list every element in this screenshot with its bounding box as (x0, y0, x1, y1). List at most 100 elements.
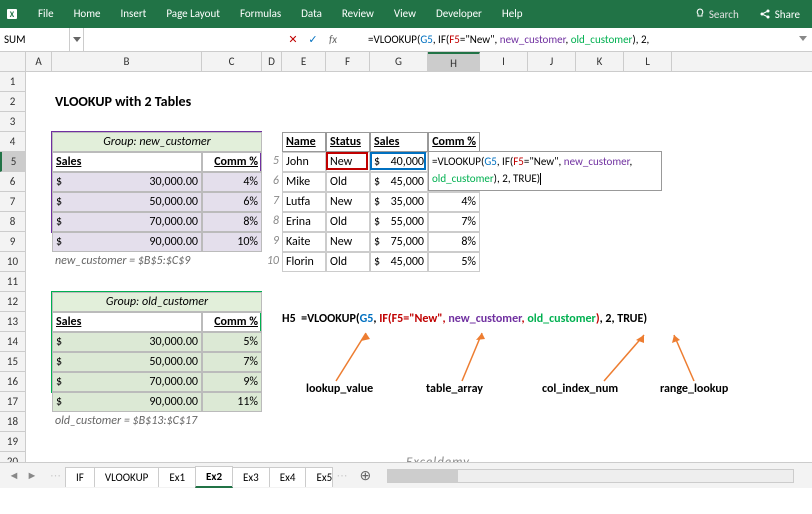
column-headers: A B C D E F G H I J K L (0, 52, 812, 72)
select-all-corner[interactable] (0, 52, 26, 71)
tab-data[interactable]: Data (291, 0, 332, 28)
name-box[interactable]: SUM (0, 28, 70, 51)
group-new-col-comm: Comm % (202, 152, 262, 172)
table-cell: 10% (202, 232, 262, 252)
table-cell: $50,000.00 (52, 352, 202, 372)
table-cell: 4% (202, 172, 262, 192)
sheet-tab-ex4[interactable]: Ex4 (269, 467, 307, 487)
old-customer-note: old_customer = $B$13:$C$17 (52, 412, 200, 432)
table-cell: 8% (202, 212, 262, 232)
tab-scroll-left[interactable]: ◄ (6, 469, 22, 482)
col-header-a[interactable]: A (26, 52, 52, 71)
col-header-j[interactable]: J (528, 52, 576, 71)
sheet-tab-ex5[interactable]: Ex5 (305, 467, 333, 487)
row-header-12[interactable]: 12 (0, 292, 25, 312)
tab-insert[interactable]: Insert (111, 0, 157, 28)
sheet-tab-ex2[interactable]: Ex2 (195, 466, 233, 488)
sheet-tab-vlookup[interactable]: VLOOKUP (94, 467, 160, 487)
table-cell: New (326, 232, 370, 252)
col-header-d[interactable]: D (262, 52, 282, 71)
table-cell: 6% (202, 192, 262, 212)
row-header-8[interactable]: 8 (0, 212, 25, 232)
data-header-comm: Comm % (428, 132, 480, 152)
sheet-tab-if[interactable]: IF (65, 467, 95, 487)
table-cell: $35,000 (370, 192, 428, 212)
tab-review[interactable]: Review (332, 0, 384, 28)
row-header-19[interactable]: 19 (0, 432, 25, 452)
formula-input[interactable]: =VLOOKUP(G5, IF(F5="New", new_customer, … (362, 33, 794, 46)
new-sheet-button[interactable]: ⊕ (351, 467, 379, 484)
formula-expand-button[interactable] (794, 33, 812, 46)
share-button[interactable]: Share (747, 8, 812, 21)
tab-formulas[interactable]: Formulas (230, 0, 291, 28)
scrollbar-thumb[interactable] (388, 470, 458, 482)
lightbulb-icon (694, 8, 706, 20)
row-header-13[interactable]: 13 (0, 312, 25, 332)
tell-me-search[interactable]: Search (686, 8, 746, 21)
name-box-dropdown[interactable] (70, 28, 84, 51)
row-header-14[interactable]: 14 (0, 332, 25, 352)
horizontal-scrollbar[interactable] (387, 469, 794, 483)
row-header-5[interactable]: 5 (0, 152, 25, 172)
table-cell: $30,000.00 (52, 332, 202, 352)
search-label: Search (709, 8, 739, 21)
table-cell: New (326, 152, 370, 172)
sheet-tab-ex1[interactable]: Ex1 (158, 467, 196, 487)
row-header-4[interactable]: 4 (0, 132, 25, 152)
row-header-7[interactable]: 7 (0, 192, 25, 212)
row-header-18[interactable]: 18 (0, 412, 25, 432)
group-new-header: Group: new_customer (52, 132, 262, 152)
table-cell: 7% (202, 352, 262, 372)
ribbon: X File Home Insert Page Layout Formulas … (0, 0, 812, 28)
group-new-col-sales: Sales (52, 152, 202, 172)
row-header-9[interactable]: 9 (0, 232, 25, 252)
tab-view[interactable]: View (384, 0, 426, 28)
table-cell: Erina (282, 212, 326, 232)
chevron-down-icon (799, 33, 807, 43)
ribbon-tabs: File Home Insert Page Layout Formulas Da… (28, 0, 686, 28)
tab-page-layout[interactable]: Page Layout (156, 0, 230, 28)
row-header-1[interactable]: 1 (0, 72, 25, 92)
tab-help[interactable]: Help (492, 0, 533, 28)
table-cell: $55,000 (370, 212, 428, 232)
col-header-i[interactable]: I (480, 52, 528, 71)
label-range-lookup: range_lookup (660, 382, 728, 396)
col-header-c[interactable]: C (202, 52, 262, 71)
col-header-k[interactable]: K (576, 52, 624, 71)
row-header-10[interactable]: 10 (0, 252, 25, 272)
cells-area[interactable]: VLOOKUP with 2 Tables Group: new_custome… (26, 72, 812, 472)
row-header-11[interactable]: 11 (0, 272, 25, 292)
cancel-button[interactable]: ✕ (284, 33, 302, 46)
col-header-h[interactable]: H (428, 52, 480, 71)
table-cell: Old (326, 212, 370, 232)
table-cell: 9% (202, 372, 262, 392)
col-header-l[interactable]: L (624, 52, 672, 71)
row-header-15[interactable]: 15 (0, 352, 25, 372)
table-cell: $70,000.00 (52, 212, 202, 232)
row-header-16[interactable]: 16 (0, 372, 25, 392)
sheet-tab-ex3[interactable]: Ex3 (232, 467, 270, 487)
formula-bar: SUM ✕ ✓ fx =VLOOKUP(G5, IF(F5="New", new… (0, 28, 812, 52)
tab-developer[interactable]: Developer (426, 0, 492, 28)
data-header-name: Name (282, 132, 326, 152)
row-header-2[interactable]: 2 (0, 92, 25, 112)
table-cell: Mike (282, 172, 326, 192)
insert-function-button[interactable]: fx (324, 33, 342, 46)
col-header-e[interactable]: E (282, 52, 326, 71)
tab-nav: ◄ ► (0, 469, 46, 482)
col-header-f[interactable]: F (326, 52, 370, 71)
row-header-17[interactable]: 17 (0, 392, 25, 412)
tab-scroll-right[interactable]: ► (24, 469, 40, 482)
cell-formula-editor[interactable]: =VLOOKUP(G5, IF(F5="New", new_customer, … (428, 151, 662, 191)
row-header-3[interactable]: 3 (0, 112, 25, 132)
tab-file[interactable]: File (28, 0, 64, 28)
tab-home[interactable]: Home (64, 0, 111, 28)
row-header-6[interactable]: 6 (0, 172, 25, 192)
col-header-b[interactable]: B (52, 52, 202, 71)
col-header-g[interactable]: G (370, 52, 428, 71)
table-cell: $45,000 (370, 172, 428, 192)
share-label: Share (775, 8, 800, 21)
sheet-tabs-bar: ◄ ► ⋯ IF VLOOKUP Ex1 Ex2 Ex3 Ex4 Ex5 ⋯ ⊕ (0, 462, 812, 488)
enter-button[interactable]: ✓ (304, 33, 322, 46)
table-cell: Old (326, 172, 370, 192)
